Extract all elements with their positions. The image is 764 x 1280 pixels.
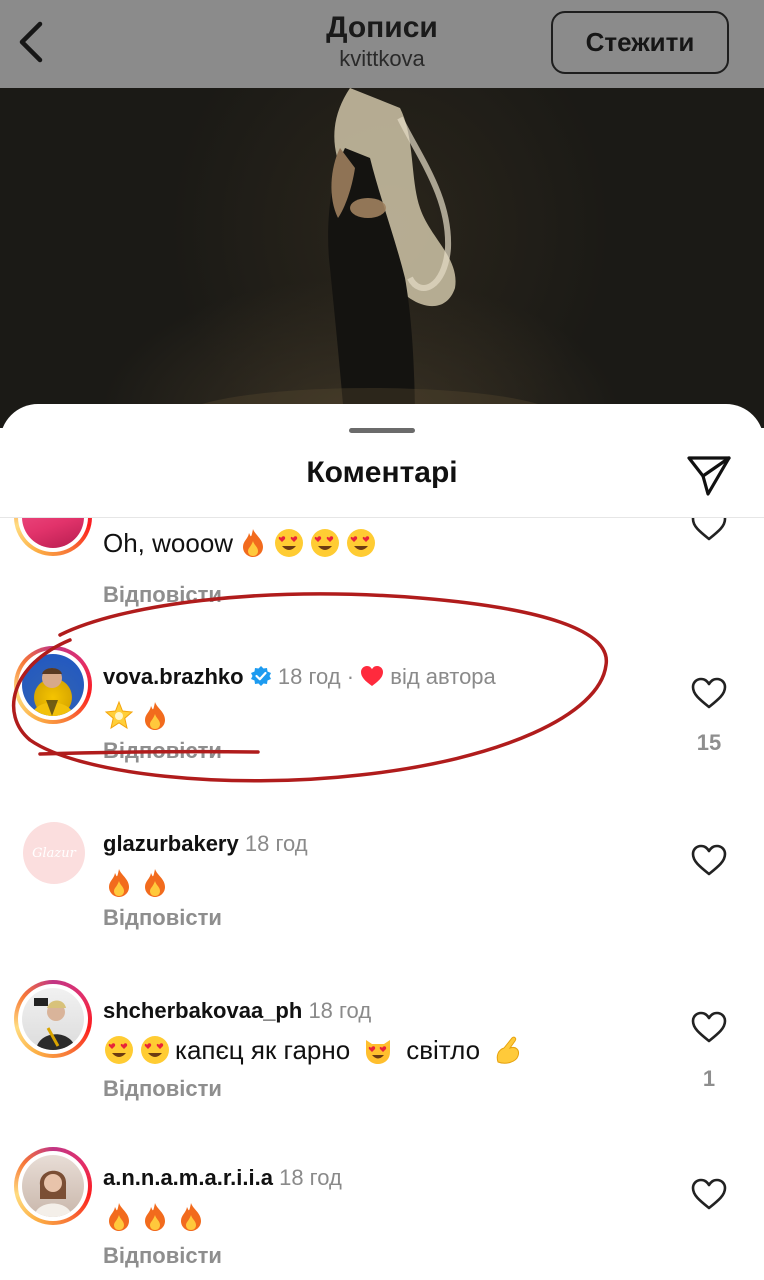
comment-item: shcherbakovaa_ph 18 год капєц як гарно с… (0, 980, 764, 1120)
comment-username[interactable]: vova.brazhko (103, 664, 244, 689)
fire-emoji-icon (145, 702, 165, 730)
comment-item: Glazur glazurbakery 18 год Відповісти (0, 813, 764, 953)
follow-button[interactable]: Стежити (551, 11, 729, 74)
like-button[interactable] (690, 843, 728, 877)
comment-header: glazurbakery 18 год (103, 831, 308, 857)
heart-eyes-emoji-icon (347, 529, 376, 557)
reply-button[interactable]: Відповісти (103, 1076, 222, 1102)
comment-text (103, 1201, 207, 1233)
avatar[interactable] (14, 518, 92, 556)
comment-time: 18 год (279, 1165, 342, 1190)
reply-button[interactable]: Відповісти (103, 905, 222, 931)
comment-text-part: капєц як гарно (175, 1034, 351, 1065)
comment-item: vova.brazhko 18 год · від автора Відпові… (0, 646, 764, 786)
sheet-grabber[interactable] (349, 428, 415, 433)
pinching-hand-emoji-icon (496, 1036, 520, 1064)
liked-by-author-label: від автора (390, 664, 496, 689)
heart-outline-icon (691, 844, 727, 876)
heart-eyes-emoji-icon (311, 529, 340, 557)
comment-time: 18 год (277, 664, 341, 689)
comment-username[interactable]: glazurbakery (103, 831, 239, 856)
paper-plane-icon (687, 456, 731, 496)
author-heart-icon (361, 666, 384, 686)
heart-outline-icon (691, 1011, 727, 1043)
sheet-title: Коментарі (306, 456, 458, 489)
like-count: 15 (696, 730, 722, 755)
reply-button[interactable]: Відповісти (103, 738, 222, 764)
heart-outline-icon (691, 518, 727, 541)
comment-time: 18 год (244, 831, 308, 856)
comment-text (103, 700, 171, 732)
fire-emoji-icon (109, 1203, 129, 1231)
photo-figure (180, 88, 560, 428)
comment-text: капєц як гарно світло (103, 1034, 524, 1066)
heart-outline-icon (691, 677, 727, 709)
separator-dot: · (346, 664, 355, 689)
comment-username[interactable]: a.n.n.a.m.a.r.i.i.a (103, 1165, 273, 1190)
comment-header: vova.brazhko 18 год · від автора (103, 664, 496, 690)
glowing-star-emoji-icon (104, 700, 134, 730)
comment-text (103, 867, 171, 899)
avatar-logo-text: Glazur (32, 845, 76, 861)
comment-header: a.n.n.a.m.a.r.i.i.a 18 год (103, 1165, 342, 1191)
avatar[interactable]: Glazur (14, 813, 92, 891)
avatar[interactable] (14, 1147, 92, 1225)
top-bar: Дописи kvittkova Стежити (0, 0, 764, 88)
share-button[interactable] (684, 450, 734, 500)
like-count: 1 (702, 1066, 716, 1091)
like-button[interactable] (690, 1177, 728, 1211)
avatar[interactable] (14, 980, 92, 1058)
fire-emoji-icon (145, 1203, 165, 1231)
fire-emoji-icon (145, 869, 165, 897)
reply-button[interactable]: Відповісти (103, 1243, 222, 1269)
verified-badge-icon (250, 666, 271, 686)
comment-username[interactable]: shcherbakovaa_ph (103, 998, 302, 1023)
like-button[interactable] (690, 518, 728, 542)
fire-emoji-icon (243, 529, 264, 557)
avatar[interactable] (14, 646, 92, 724)
comment-item: a.n.n.a.m.a.r.i.i.a 18 год Відповісти (0, 1147, 764, 1280)
comment-item: Oh, wooow Відповісти (0, 518, 764, 607)
comment-header: shcherbakovaa_ph 18 год (103, 998, 371, 1024)
like-button[interactable] (690, 676, 728, 710)
comment-text: Oh, wooow (103, 527, 377, 559)
heart-outline-icon (691, 1178, 727, 1210)
post-photo (0, 88, 764, 428)
heart-eyes-emoji-icon (105, 1036, 133, 1064)
heart-eyes-emoji-icon (141, 1036, 169, 1064)
heart-eyes-emoji-icon (275, 529, 304, 557)
comment-text-value: Oh, wooow (103, 527, 234, 558)
comment-list[interactable]: Oh, wooow Відповісти vova.brazhko 18 год… (0, 518, 764, 1280)
reply-button[interactable]: Відповісти (103, 582, 222, 608)
fire-emoji-icon (109, 869, 129, 897)
heart-eyes-cat-emoji-icon (366, 1040, 391, 1064)
comment-time: 18 год (308, 998, 372, 1023)
fire-emoji-icon (181, 1203, 201, 1231)
comments-sheet: Коментарі Oh, wooow Відповісти vova.braz… (0, 404, 764, 1280)
like-button[interactable] (690, 1010, 728, 1044)
comment-text-part: світло (406, 1034, 481, 1065)
